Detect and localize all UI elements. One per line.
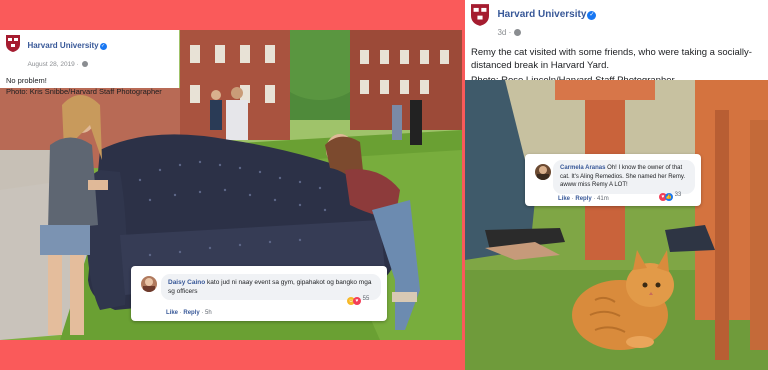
left-post-header: Harvard University ✓ August 28, 2019 · No… [0,30,179,96]
verified-badge-icon: ✓ [99,43,107,50]
reaction-count: 33 [674,192,682,198]
like-link[interactable]: Like [558,196,570,202]
comment-author[interactable]: Carmela Aranas [560,165,605,171]
avatar[interactable] [141,276,157,292]
harvard-shield-icon[interactable] [6,35,20,52]
avatar[interactable] [535,164,551,180]
left-comment-card: Daisy Caino kato jud ni naay event sa gy… [131,266,387,321]
like-link[interactable]: Like [166,310,178,316]
comment-bubble: Carmela Aranas Oh! I know the owner of t… [553,160,695,194]
org-name-link[interactable]: Harvard University [497,9,586,20]
photo-credit: Photo: Kris Snibbe/Harvard Staff Photogr… [6,87,162,96]
harvard-shield-icon[interactable] [471,4,489,26]
post-date[interactable]: 3d · [497,28,513,37]
cat-photo [465,80,768,370]
comment-time[interactable]: 5h [205,310,212,316]
left-post-panel: Harvard University ✓ August 28, 2019 · No… [0,30,462,340]
comment-actions: Like · Reply · 5h [166,310,212,316]
comment-actions: Like · Reply · 41m [558,196,609,202]
love-reaction-icon: ♥ [353,297,361,305]
globe-icon [514,29,522,36]
comment-time[interactable]: 41m [597,196,609,202]
reaction-count: 55 [362,296,370,302]
reply-link[interactable]: Reply [575,196,591,202]
globe-icon [81,61,88,67]
org-name-link[interactable]: Harvard University [27,41,98,50]
right-post-panel: Harvard University ✓ 3d · Remy the cat vi… [465,0,768,370]
reply-link[interactable]: Reply [183,310,199,316]
verified-badge-icon: ✓ [587,11,597,20]
reaction-summary[interactable]: ♥👍 33 [659,192,681,201]
right-post-header: Harvard University ✓ 3d · Remy the cat vi… [465,0,768,86]
post-date[interactable]: August 28, 2019 · [27,61,80,68]
right-comment-card: Carmela Aranas Oh! I know the owner of t… [525,154,701,206]
reaction-summary[interactable]: ☺ ♥ 55 [347,296,369,305]
post-text: No problem! [6,76,47,85]
post-text: Remy the cat visited with some friends, … [471,47,752,71]
like-reaction-icon: 👍 [665,193,673,201]
comment-author[interactable]: Daisy Caino [168,279,205,286]
